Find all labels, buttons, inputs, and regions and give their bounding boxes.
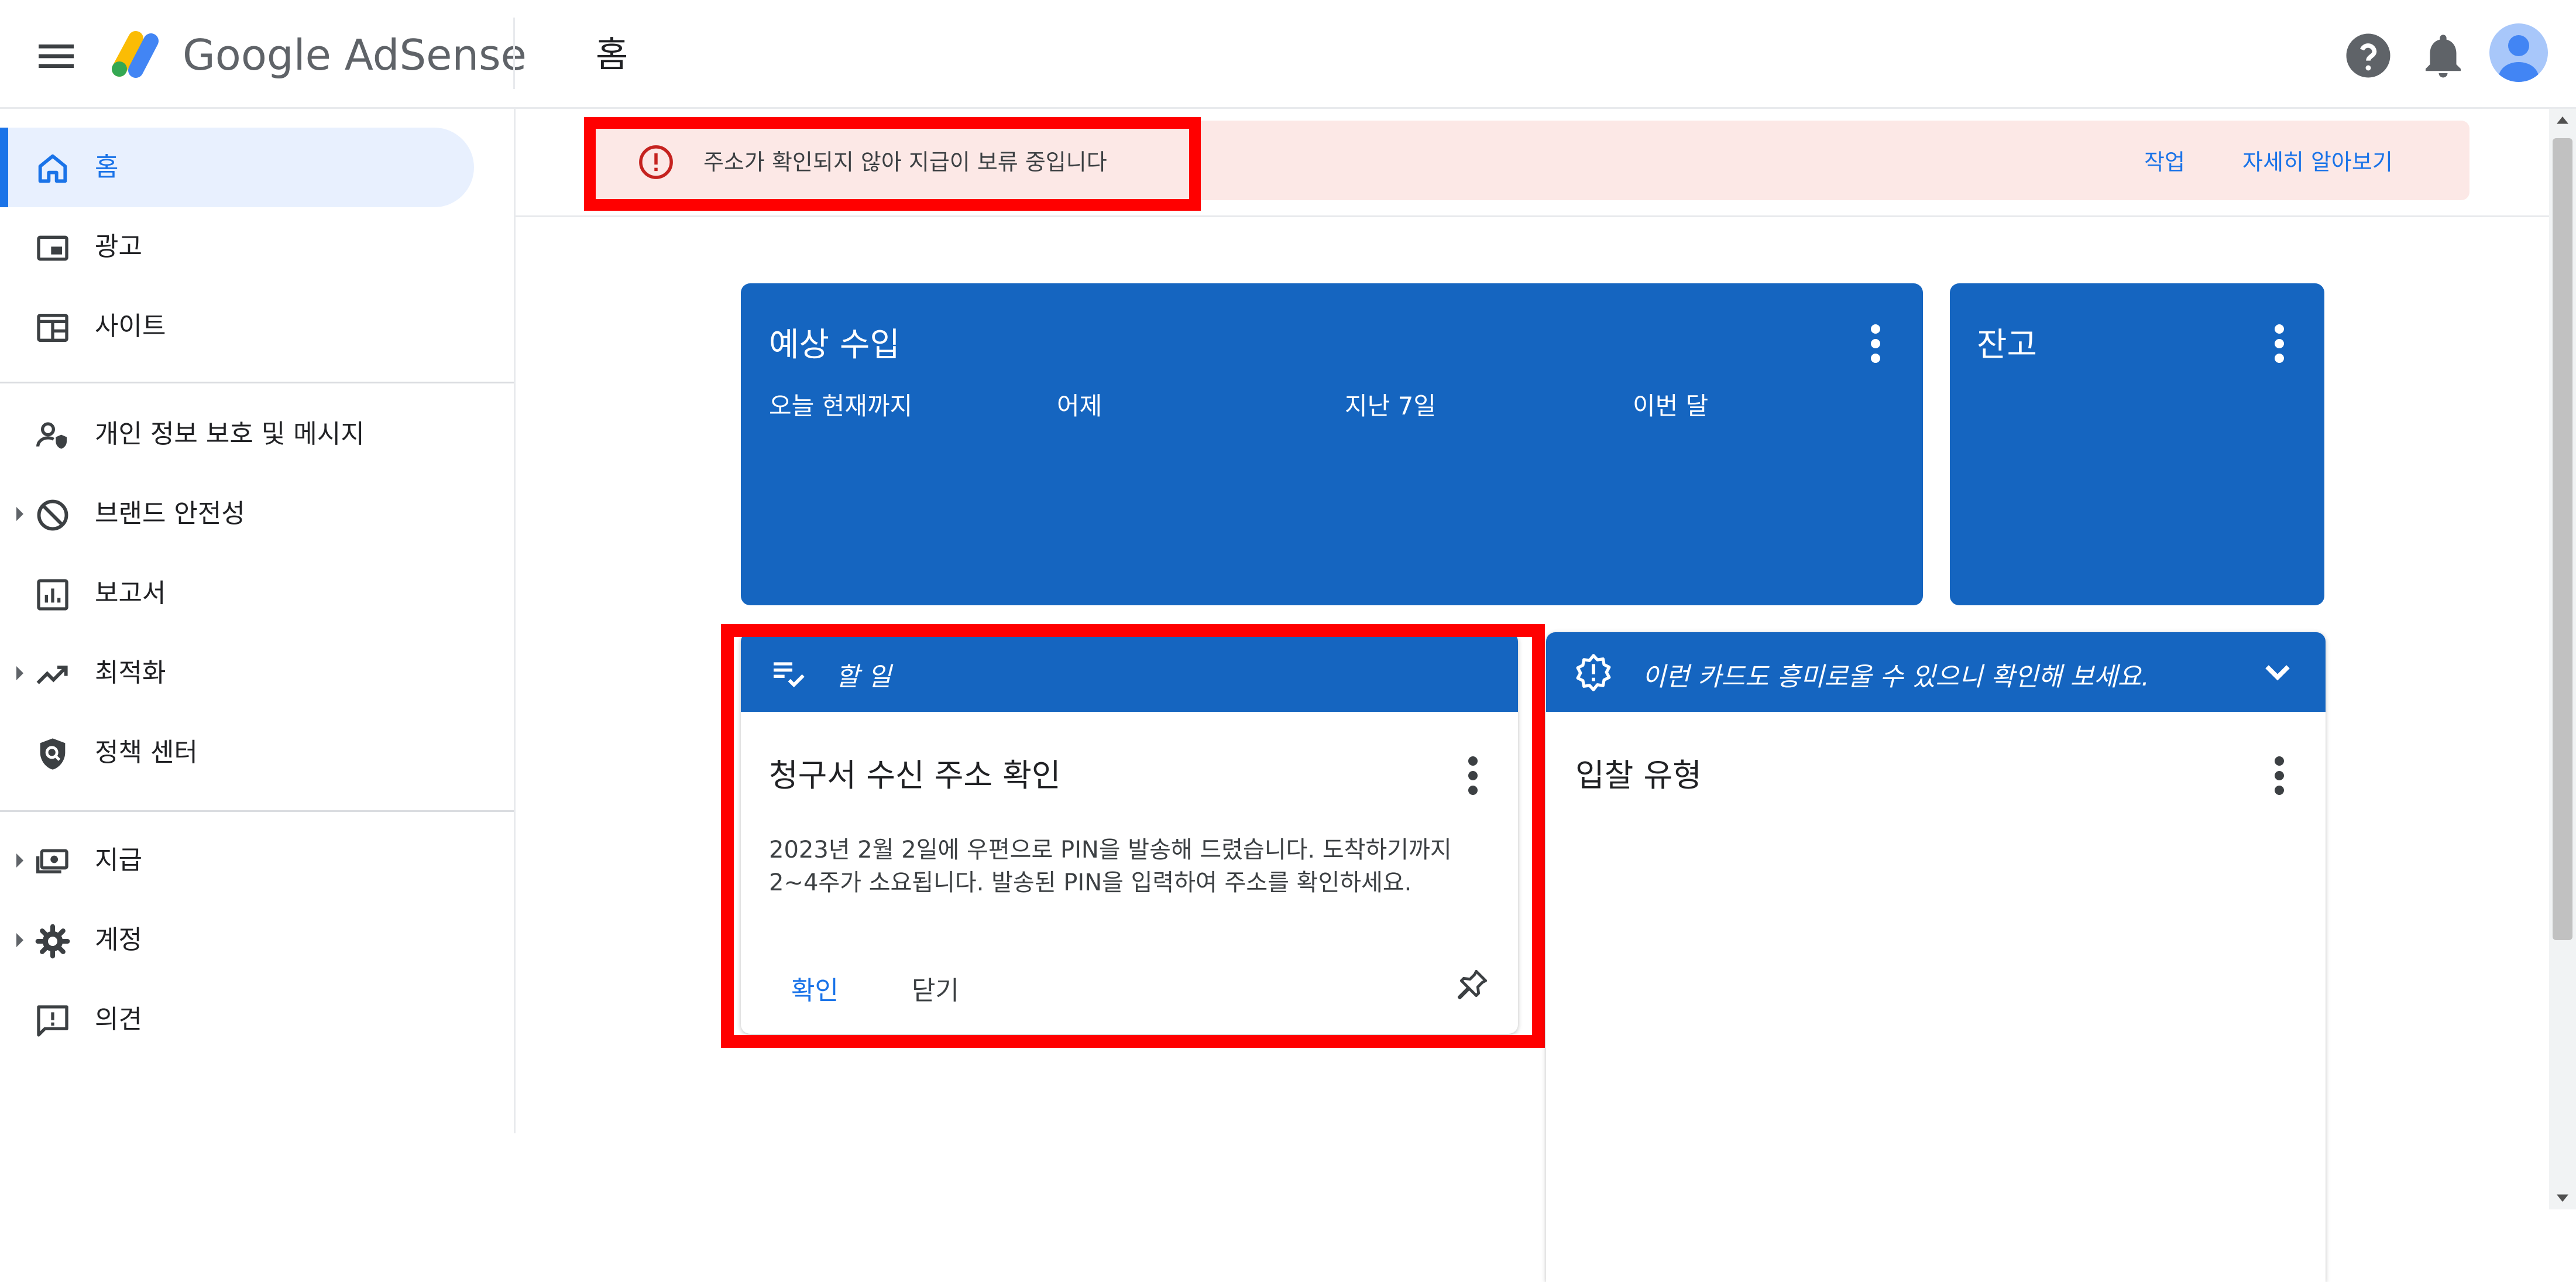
sidebar-item-label: 브랜드 안전성	[95, 499, 245, 529]
more-vert-icon	[2275, 756, 2284, 795]
sidebar-nav: 홈 광고 사이트 개인 정보 보호 및 메시지 브랜드 안전성 보고서 최적화 …	[0, 109, 516, 1133]
scroll-up-arrow-icon	[2557, 116, 2568, 124]
scroll-down-arrow-icon	[2557, 1194, 2568, 1202]
notifications-button[interactable]	[2417, 29, 2469, 82]
sidebar-divider	[0, 810, 514, 812]
sidebar-item-payments[interactable]: 지급	[0, 821, 474, 900]
sidebar-item-label: 홈	[95, 152, 119, 182]
alert-learn-more-link[interactable]: 자세히 알아보기	[2242, 142, 2393, 183]
new-releases-icon	[1576, 654, 1611, 691]
more-vert-icon	[2275, 324, 2284, 363]
sidebar-item-reports[interactable]: 보고서	[0, 554, 474, 633]
sidebar-item-label: 사이트	[95, 311, 166, 341]
hamburger-menu-icon	[39, 44, 74, 68]
gear-icon	[35, 924, 70, 959]
suggestion-collapse-button[interactable]	[2256, 651, 2299, 693]
suggestion-card	[1546, 632, 2326, 1282]
expand-caret-icon	[16, 933, 23, 947]
estimated-earnings-title: 예상 수입	[769, 326, 900, 364]
ads-icon	[37, 235, 68, 261]
policy-shield-icon	[40, 738, 66, 770]
alert-action-link[interactable]: 작업	[2144, 142, 2185, 183]
app-name: Google AdSense	[183, 30, 527, 80]
trending-up-icon	[36, 666, 68, 684]
sidebar-item-label: 개인 정보 보호 및 메시지	[95, 419, 365, 449]
estimated-earnings-more-button[interactable]	[1867, 323, 1884, 364]
bid-type-title: 입찰 유형	[1575, 757, 1702, 794]
more-vert-icon	[1871, 324, 1880, 363]
sidebar-item-ads[interactable]: 광고	[0, 207, 474, 287]
sidebar-item-sites[interactable]: 사이트	[0, 287, 474, 366]
payments-icon	[36, 849, 68, 873]
sites-icon	[37, 314, 68, 342]
sidebar-item-label: 의견	[95, 1005, 142, 1034]
sidebar-item-home[interactable]: 홈	[0, 128, 474, 207]
suggestion-header-label: 이런 카드도 흥미로울 수 있으니 확인해 보세요.	[1642, 662, 2150, 692]
adsense-logo[interactable]	[105, 22, 164, 87]
error-icon	[639, 145, 673, 179]
sidebar-divider	[0, 382, 514, 383]
balance-title: 잔고	[1977, 326, 2038, 364]
sidebar-item-label: 지급	[95, 845, 142, 875]
sidebar-item-label: 광고	[95, 232, 142, 262]
sidebar-item-privacy-messaging[interactable]: 개인 정보 보호 및 메시지	[0, 395, 474, 474]
bid-type-more-button[interactable]	[2271, 755, 2288, 796]
alert-icon-wrap	[637, 143, 675, 181]
period-today: 오늘 현재까지	[769, 392, 913, 420]
feedback-icon	[37, 1005, 68, 1037]
alert-message: 주소가 확인되지 않아 지급이 보류 중입니다	[703, 149, 1107, 175]
sidebar-item-brand-safety[interactable]: 브랜드 안전성	[0, 474, 474, 554]
adsense-logo-icon	[112, 31, 159, 78]
sidebar-item-optimization[interactable]: 최적화	[0, 633, 474, 713]
highlight-box	[721, 624, 1545, 1048]
page-title: 홈	[596, 35, 628, 76]
expand-caret-icon	[16, 507, 23, 521]
block-icon	[37, 499, 68, 531]
expand-caret-icon	[16, 853, 23, 868]
sidebar-item-account[interactable]: 계정	[0, 900, 474, 980]
header-divider	[513, 18, 515, 89]
help-button[interactable]	[2342, 29, 2395, 82]
content-divider	[516, 215, 2552, 217]
sidebar-item-label: 계정	[95, 925, 142, 955]
chevron-down-icon	[2265, 665, 2290, 681]
estimated-earnings-card	[741, 283, 1923, 605]
sidebar-item-label: 보고서	[95, 578, 166, 608]
bell-icon	[2426, 35, 2461, 78]
person-avatar-icon	[2499, 35, 2539, 82]
account-avatar[interactable]	[2489, 23, 2548, 82]
balance-more-button[interactable]	[2271, 323, 2288, 364]
help-icon	[2346, 33, 2390, 78]
expand-caret-icon	[16, 666, 23, 680]
period-this-month: 이번 달	[1633, 392, 1709, 420]
sidebar-item-feedback[interactable]: 의견	[0, 980, 474, 1060]
home-icon	[38, 154, 67, 183]
privacy-person-icon	[36, 422, 67, 449]
main-menu-button[interactable]	[33, 33, 80, 80]
reports-icon	[37, 579, 68, 611]
sidebar-item-label: 최적화	[95, 658, 166, 688]
period-yesterday: 어제	[1057, 392, 1102, 420]
sidebar-item-policy-center[interactable]: 정책 센터	[0, 713, 474, 793]
sidebar-item-label: 정책 센터	[95, 738, 198, 767]
suggestion-icon-wrap	[1573, 652, 1614, 693]
scrollbar-thumb[interactable]	[2553, 138, 2572, 940]
period-last-7-days: 지난 7일	[1345, 392, 1436, 420]
